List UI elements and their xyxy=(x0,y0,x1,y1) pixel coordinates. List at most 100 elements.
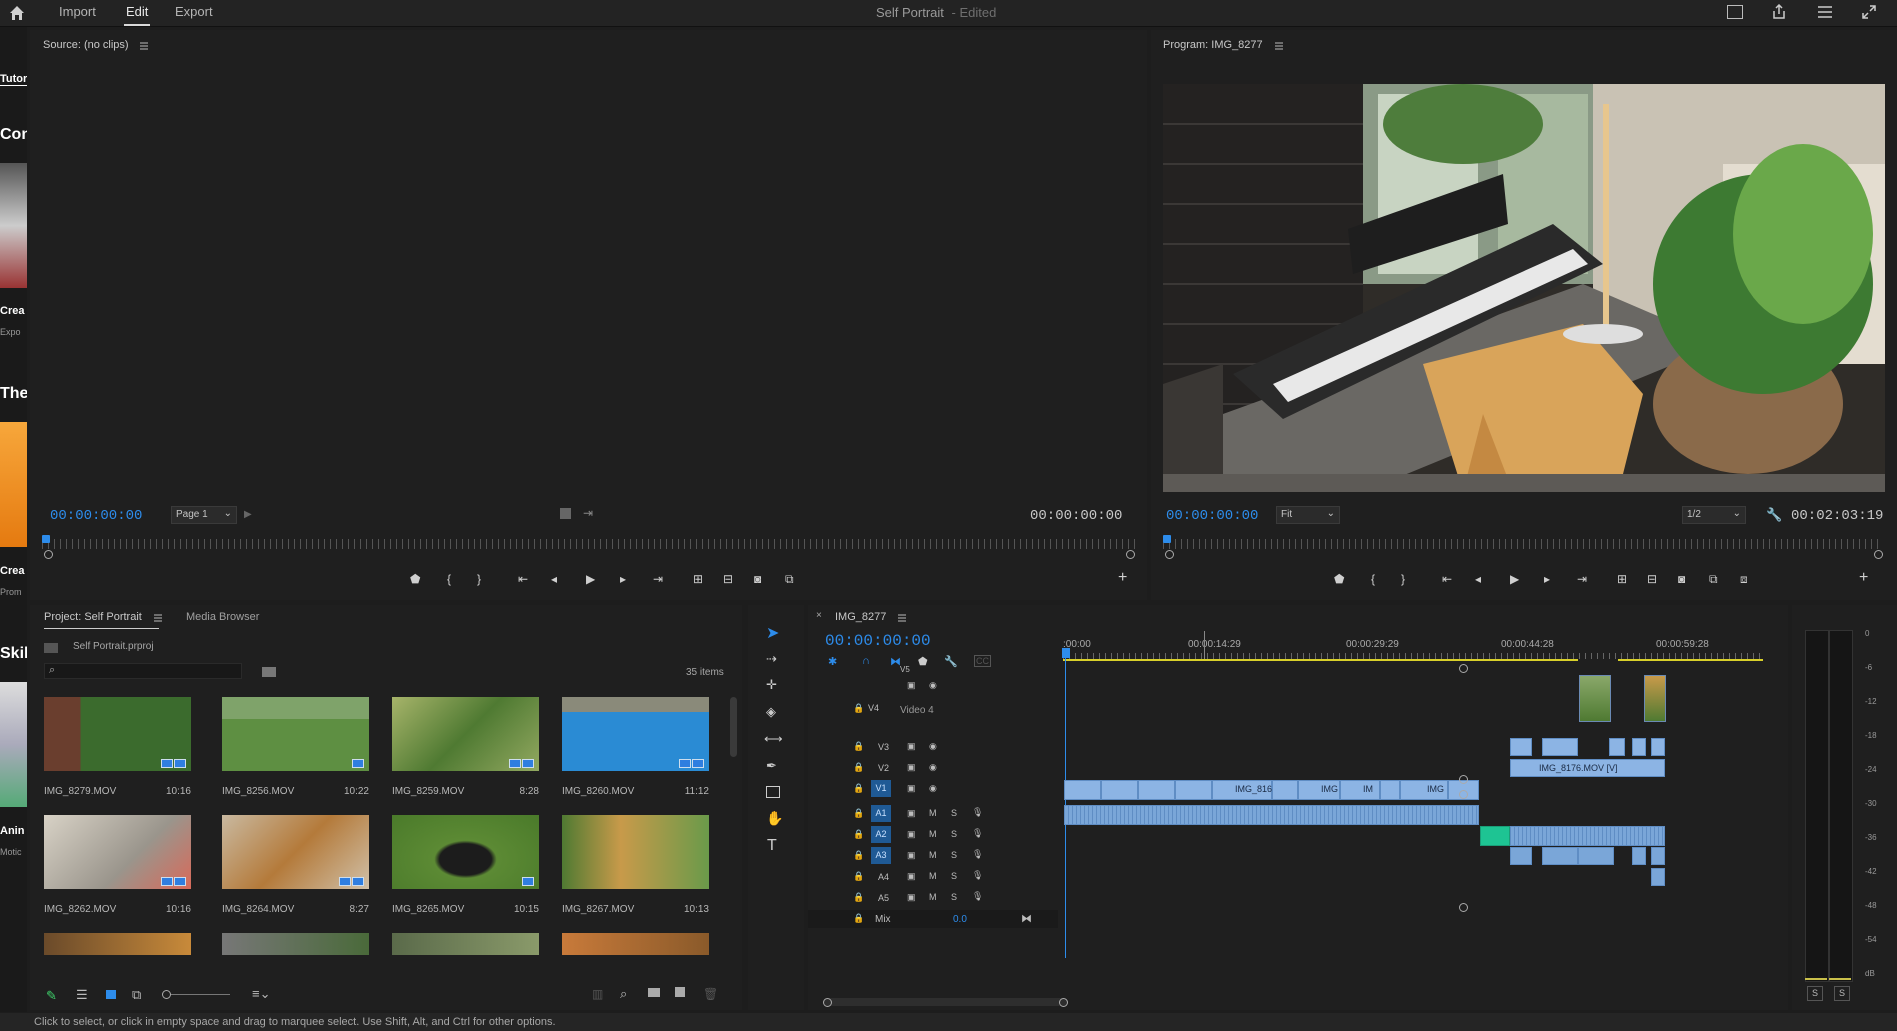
clip-thumb[interactable] xyxy=(562,933,709,955)
pencil-icon[interactable]: ✎ xyxy=(46,988,57,1004)
icon-view-icon[interactable] xyxy=(106,990,116,999)
automate-icon[interactable]: ▥ xyxy=(592,987,603,1001)
sync-lock-icon[interactable]: ▣ xyxy=(907,829,916,840)
lock-icon[interactable]: 🔒 xyxy=(853,741,864,752)
clip-v1-2[interactable] xyxy=(1101,780,1138,800)
solo-right-button[interactable]: S xyxy=(1834,986,1850,1001)
mute-button[interactable]: M xyxy=(929,808,937,818)
timeline-vscroll-top[interactable] xyxy=(1459,664,1468,673)
track-label-v1[interactable]: V1 xyxy=(871,780,891,797)
slip-tool-icon[interactable]: ⟷ xyxy=(764,731,783,747)
mark-out-icon[interactable]: } xyxy=(1401,571,1405,587)
insert-icon[interactable]: ⊞ xyxy=(693,571,703,587)
clip-v1-7[interactable]: IMG xyxy=(1298,780,1340,800)
clip-thumb[interactable] xyxy=(392,815,539,889)
program-add-button-icon[interactable]: + xyxy=(1859,570,1868,586)
mute-button[interactable]: M xyxy=(929,829,937,839)
nav-import[interactable]: Import xyxy=(59,4,96,19)
mic-icon[interactable]: 🎙 xyxy=(972,891,983,902)
solo-left-button[interactable]: S xyxy=(1807,986,1823,1001)
new-bin-from-search-icon[interactable] xyxy=(262,667,276,677)
clip-a4[interactable] xyxy=(1651,868,1665,886)
sync-lock-icon[interactable]: ▣ xyxy=(907,741,916,752)
mic-icon[interactable]: 🎙 xyxy=(972,828,983,839)
wrench-icon[interactable]: 🔧 xyxy=(1766,507,1782,523)
clip-name[interactable]: IMG_8279.MOV xyxy=(44,786,116,797)
mark-out-icon[interactable]: } xyxy=(477,571,481,587)
menu-icon[interactable] xyxy=(1817,5,1833,19)
clip-thumb[interactable] xyxy=(44,815,191,889)
lock-icon[interactable]: 🔒 xyxy=(853,783,864,794)
lock-icon[interactable]: 🔒 xyxy=(853,850,864,861)
clip-thumb[interactable] xyxy=(562,697,709,771)
work-area-bar[interactable] xyxy=(1063,659,1578,661)
timeline-hscroll-left-handle[interactable] xyxy=(823,998,832,1007)
lock-icon[interactable]: 🔒 xyxy=(853,892,864,903)
track-label-a1[interactable]: A1 xyxy=(871,805,891,822)
mix-value[interactable]: 0.0 xyxy=(953,914,967,925)
project-menu-icon[interactable] xyxy=(153,612,163,622)
program-zoom-handle-right[interactable] xyxy=(1874,550,1883,559)
clip-thumb[interactable] xyxy=(222,815,369,889)
mic-icon[interactable]: 🎙 xyxy=(972,807,983,818)
project-scrollbar[interactable] xyxy=(730,697,737,757)
timeline-vscroll-bottom[interactable] xyxy=(1459,903,1468,912)
mute-button[interactable]: M xyxy=(929,850,937,860)
clip-v1-1[interactable] xyxy=(1064,780,1101,800)
step-forward-icon[interactable]: ▸ xyxy=(1544,571,1550,587)
clip-v2[interactable]: IMG_8176.MOV [V] xyxy=(1510,759,1665,777)
clip-v4-2[interactable] xyxy=(1644,675,1666,722)
program-playhead[interactable] xyxy=(1163,535,1171,543)
go-to-out-icon[interactable]: ⇥ xyxy=(653,571,663,587)
list-view-icon[interactable]: ☰ xyxy=(76,987,88,1003)
clip-a1[interactable] xyxy=(1064,805,1479,825)
quick-export-icon[interactable] xyxy=(1727,5,1743,19)
clip-a2[interactable] xyxy=(1510,826,1665,846)
play-small-icon[interactable]: ▶ xyxy=(244,509,252,520)
timeline-tracks-area[interactable]: IMG_8176.MOV [V] IMG_816 IMG IM IMG xyxy=(1064,665,1766,930)
clip-name[interactable]: IMG_8259.MOV xyxy=(392,786,464,797)
new-item-icon[interactable] xyxy=(675,987,685,997)
sort-icon[interactable]: ≡⌄ xyxy=(252,986,270,1002)
clip-v3-2[interactable] xyxy=(1542,738,1578,756)
compare-icon[interactable]: ⧉ xyxy=(1709,571,1718,587)
track-select-tool-icon[interactable]: ⇢ xyxy=(766,651,777,667)
mic-icon[interactable]: 🎙 xyxy=(972,870,983,881)
lift-icon[interactable]: ⊞ xyxy=(1617,571,1627,587)
go-to-in-icon[interactable]: ⇤ xyxy=(518,571,528,587)
source-add-button-icon[interactable]: + xyxy=(1118,570,1127,586)
compare-icon[interactable]: ⧉ xyxy=(785,571,794,587)
eye-icon[interactable]: ◉ xyxy=(929,762,937,773)
sync-lock-icon[interactable]: ▣ xyxy=(907,892,916,903)
step-back-icon[interactable]: ◂ xyxy=(551,571,557,587)
mute-button[interactable]: M xyxy=(929,871,937,881)
vr-icon[interactable]: ⧈ xyxy=(1740,571,1748,587)
close-icon[interactable]: × xyxy=(816,610,822,621)
mute-button[interactable]: M xyxy=(929,892,937,902)
clip-a3-1[interactable] xyxy=(1510,847,1532,865)
source-title[interactable]: Source: (no clips) xyxy=(43,39,129,51)
tab-media-browser[interactable]: Media Browser xyxy=(186,611,259,623)
program-ruler[interactable] xyxy=(1163,539,1883,549)
eye-icon[interactable]: ◉ xyxy=(929,741,937,752)
source-playhead[interactable] xyxy=(42,535,50,543)
hand-tool-icon[interactable]: ✋ xyxy=(766,810,783,827)
type-tool-icon[interactable]: T xyxy=(767,837,777,855)
freeform-view-icon[interactable]: ⧉ xyxy=(132,987,141,1003)
rectangle-tool-icon[interactable] xyxy=(766,786,780,798)
source-ruler[interactable] xyxy=(42,539,1135,549)
track-label-a2[interactable]: A2 xyxy=(871,826,891,843)
timeline-hscroll[interactable] xyxy=(823,998,1068,1006)
camera-icon[interactable]: ◙ xyxy=(1678,571,1685,587)
clip-a3-4[interactable] xyxy=(1632,847,1646,865)
timeline-timecode[interactable]: 00:00:00:00 xyxy=(825,632,931,650)
clip-v4-1[interactable] xyxy=(1579,675,1611,722)
lock-icon[interactable]: 🔒 xyxy=(853,829,864,840)
program-menu-icon[interactable] xyxy=(1274,40,1284,50)
clip-a2-green[interactable] xyxy=(1480,826,1510,846)
program-zoom-handle-left[interactable] xyxy=(1165,550,1174,559)
fullscreen-icon[interactable] xyxy=(1862,5,1876,19)
program-resolution-dropdown[interactable]: 1/2 ⌄ xyxy=(1682,506,1746,524)
solo-button[interactable]: S xyxy=(951,892,957,902)
learn-thumb-3[interactable] xyxy=(0,682,27,807)
